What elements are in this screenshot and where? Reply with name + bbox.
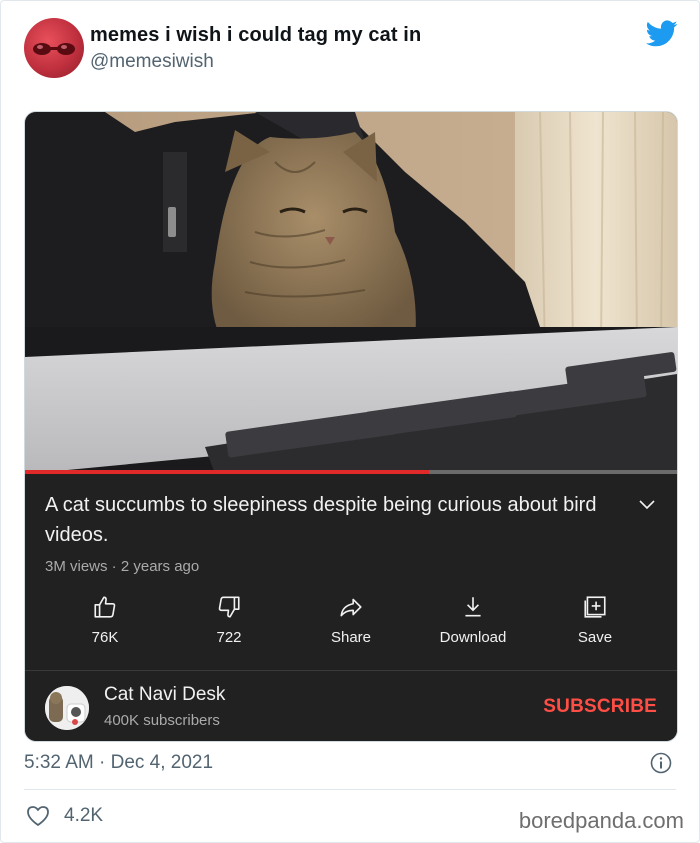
twitter-bird-icon[interactable]	[646, 20, 678, 48]
action-bar: 76K 722 Share Download Save	[45, 594, 677, 654]
channel-subscribers: 400K subscribers	[104, 712, 220, 729]
sunglasses-icon	[33, 43, 75, 55]
separator	[24, 789, 676, 790]
share-button[interactable]: Share	[301, 594, 401, 654]
divider	[25, 670, 677, 671]
tweet-timestamp[interactable]: 5:32 AM · Dec 4, 2021	[24, 752, 213, 774]
thumbs-down-icon	[218, 596, 240, 618]
video-title[interactable]: A cat succumbs to sleepiness despite bei…	[45, 490, 615, 550]
save-icon	[584, 596, 606, 618]
download-button[interactable]: Download	[423, 594, 523, 654]
thumbs-up-icon	[94, 596, 116, 618]
like-count: 76K	[91, 629, 119, 646]
cat-avatar-icon	[45, 686, 89, 730]
channel-avatar[interactable]	[45, 686, 89, 730]
embedded-media[interactable]: A cat succumbs to sleepiness despite bei…	[24, 111, 678, 742]
dislike-count: 722	[216, 629, 242, 646]
video-meta: 3M views · 2 years ago	[45, 558, 200, 575]
user-handle[interactable]: @memesiwish	[90, 51, 214, 73]
source-watermark: boredpanda.com	[518, 808, 684, 833]
dislike-button[interactable]: 722	[179, 594, 279, 654]
display-name[interactable]: memes i wish i could tag my cat in	[90, 24, 421, 47]
save-label: Save	[577, 629, 613, 646]
download-label: Download	[439, 629, 507, 646]
info-icon[interactable]	[650, 752, 672, 774]
share-label: Share	[330, 629, 372, 646]
subscribe-button[interactable]: SUBSCRIBE	[543, 696, 657, 718]
share-icon	[340, 598, 362, 617]
chevron-down-icon[interactable]	[639, 500, 655, 510]
tweet-header: memes i wish i could tag my cat in @meme…	[24, 18, 680, 80]
channel-name[interactable]: Cat Navi Desk	[104, 684, 225, 706]
heart-icon[interactable]	[26, 805, 50, 827]
download-icon	[465, 597, 481, 617]
tweet-like-count[interactable]: 4.2K	[64, 805, 103, 827]
like-button[interactable]: 76K	[55, 594, 155, 654]
video-thumbnail[interactable]	[25, 112, 677, 474]
profile-avatar[interactable]	[24, 18, 84, 78]
youtube-panel: A cat succumbs to sleepiness despite bei…	[25, 474, 677, 741]
save-button[interactable]: Save	[545, 594, 645, 654]
